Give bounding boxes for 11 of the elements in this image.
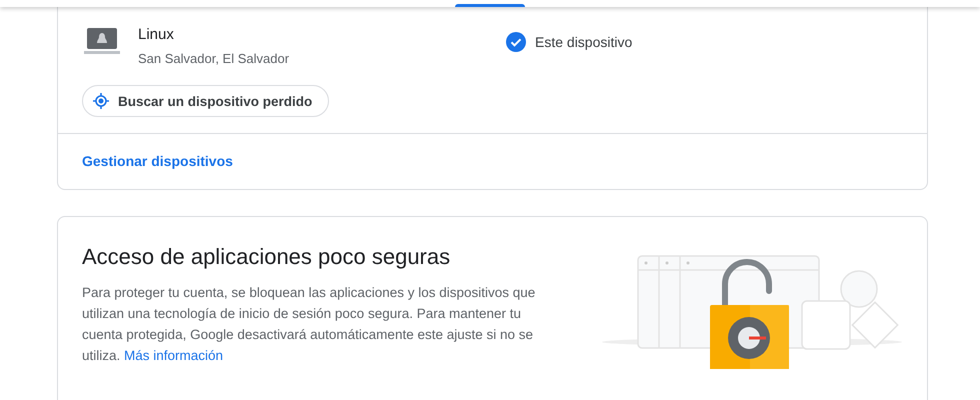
laptop-icon (84, 28, 120, 56)
device-status: Este dispositivo (535, 34, 632, 50)
section-description: Para proteger tu cuenta, se bloquean las aplicaciones y los dispositivos que utilizan una tecnología de inicio de sesión poco segura. Para mantener tu cuenta protegida, Google desactivará automáticamente este ajuste si no se utiliza. Más información (82, 284, 536, 365)
find-device-button[interactable]: Buscar un dispositivo perdido (82, 85, 330, 117)
manage-devices-link[interactable]: Gestionar dispositivos (58, 134, 927, 189)
selected-tab-indicator (455, 4, 525, 7)
location-target-icon (93, 93, 109, 109)
more-info-link[interactable]: Más información (124, 348, 224, 363)
device-name: Linux (138, 26, 175, 43)
section-title: Acceso de aplicaciones poco seguras (82, 244, 452, 270)
device-location: San Salvador, El Salvador (138, 51, 290, 66)
